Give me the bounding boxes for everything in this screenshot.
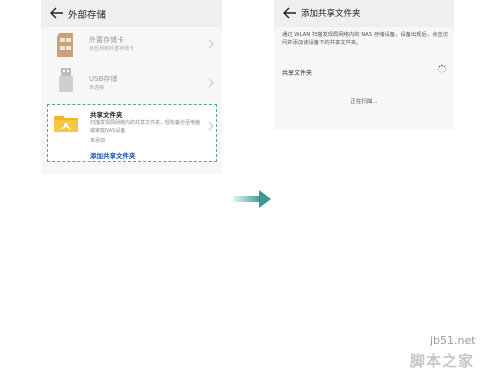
page-title: 外部存储	[68, 10, 107, 21]
watermark-url: jb51.net	[430, 334, 476, 347]
shared-folder-icon	[54, 116, 78, 132]
right-arrow-icon	[233, 190, 271, 208]
page-title: 添加共享文件夹	[301, 9, 361, 19]
loading-spinner-icon	[437, 64, 447, 74]
external-storage-screen: 外部存储 外置存储卡 未检测到外置存储卡 USB存储 未连接 共享文件夹 扫描发…	[41, 0, 222, 174]
watermark-text: 脚本之家	[410, 352, 475, 370]
usb-storage-row[interactable]: USB存储 未连接	[41, 67, 222, 103]
sd-card-title: 外置存储卡	[89, 36, 124, 44]
scanning-status: 正在扫描...	[350, 99, 378, 105]
arrow-left-icon[interactable]	[282, 6, 298, 20]
chevron-right-icon	[208, 78, 214, 88]
chevron-right-icon	[208, 39, 214, 49]
arrow-left-icon[interactable]	[49, 6, 65, 20]
usb-title: USB存储	[89, 75, 118, 83]
add-shared-folder-link[interactable]: 添加共享文件夹	[90, 150, 136, 160]
add-shared-folder-screen: 添加共享文件夹 通过 WLAN 扫描发现局网络内的 NAS 存储设备，设备出现后…	[274, 0, 454, 130]
sd-card-subtitle: 未检测到外置存储卡	[89, 46, 135, 52]
shared-folder-title: 共享文件夹	[90, 111, 123, 119]
top-bar: 外部存储	[41, 0, 222, 27]
top-bar: 添加共享文件夹	[274, 0, 454, 27]
shared-folder-status: 未添加	[90, 138, 106, 144]
sd-card-row[interactable]: 外置存储卡 未检测到外置存储卡	[41, 30, 222, 66]
shared-folder-description: 扫描发现局网络内的共享文件夹，轻松备份至电脑或家庭NAS设备	[90, 120, 201, 134]
scan-description: 通过 WLAN 扫描发现局网络内的 NAS 存储设备，设备出现后，点击访问并添加…	[282, 32, 449, 46]
shared-folder-row[interactable]: 共享文件夹 扫描发现局网络内的共享文件夹，轻松备份至电脑或家庭NAS设备 未添加…	[47, 104, 217, 162]
sd-card-icon	[57, 33, 73, 57]
usb-drive-icon	[59, 68, 73, 92]
shared-folder-section-label: 共享文件夹	[282, 70, 313, 77]
usb-subtitle: 未连接	[89, 85, 105, 91]
chevron-right-icon	[208, 121, 214, 131]
